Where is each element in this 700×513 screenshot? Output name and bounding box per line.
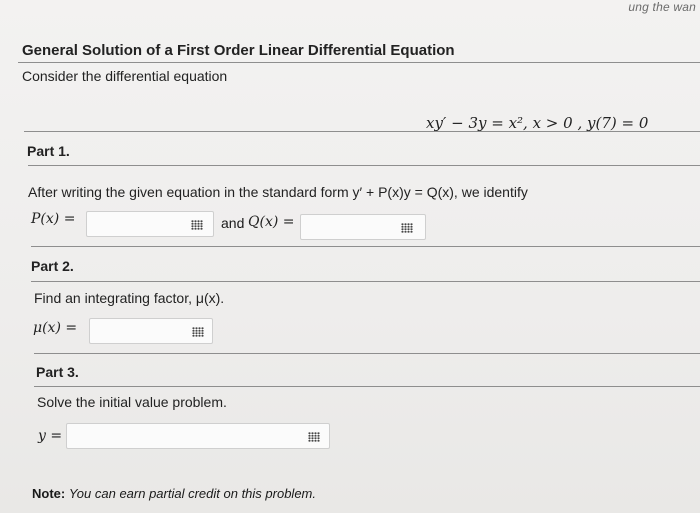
top-cut-text: ung the wan [628, 0, 696, 14]
divider [31, 246, 700, 247]
part3-text: Solve the initial value problem. [37, 394, 227, 410]
part2-text: Find an integrating factor, μ(x). [34, 290, 225, 306]
note-label: Note: [32, 486, 66, 501]
divider [18, 62, 700, 63]
p-input[interactable] [86, 211, 214, 237]
part2-heading: Part 2. [31, 258, 74, 274]
page: ung the wan General Solution of a First … [0, 0, 700, 513]
mu-input[interactable] [89, 318, 213, 344]
divider [24, 131, 700, 132]
divider [34, 386, 700, 387]
intro-text: Consider the differential equation [22, 68, 228, 84]
y-input[interactable] [66, 423, 330, 449]
divider [28, 165, 700, 166]
page-title: General Solution of a First Order Linear… [22, 42, 455, 59]
q-label: Q(x) = [248, 214, 295, 230]
and-label: and [221, 215, 245, 231]
p-label: P(x) = [31, 211, 76, 227]
equation: xy′ − 3y = x², x > 0 , y(7) = 0 [426, 114, 649, 132]
grid-icon[interactable] [401, 223, 413, 233]
y-label: y = [38, 428, 63, 444]
part3-heading: Part 3. [36, 364, 79, 380]
grid-icon[interactable] [308, 432, 320, 442]
note: Note: You can earn partial credit on thi… [32, 486, 316, 501]
grid-icon[interactable] [192, 327, 204, 337]
q-input[interactable] [300, 214, 426, 240]
part1-heading: Part 1. [27, 143, 70, 159]
part1-text: After writing the given equation in the … [28, 184, 528, 200]
grid-icon[interactable] [191, 220, 203, 230]
divider [34, 353, 700, 354]
note-text: You can earn partial credit on this prob… [68, 486, 316, 501]
mu-label: μ(x) = [33, 320, 78, 336]
divider [31, 281, 700, 282]
